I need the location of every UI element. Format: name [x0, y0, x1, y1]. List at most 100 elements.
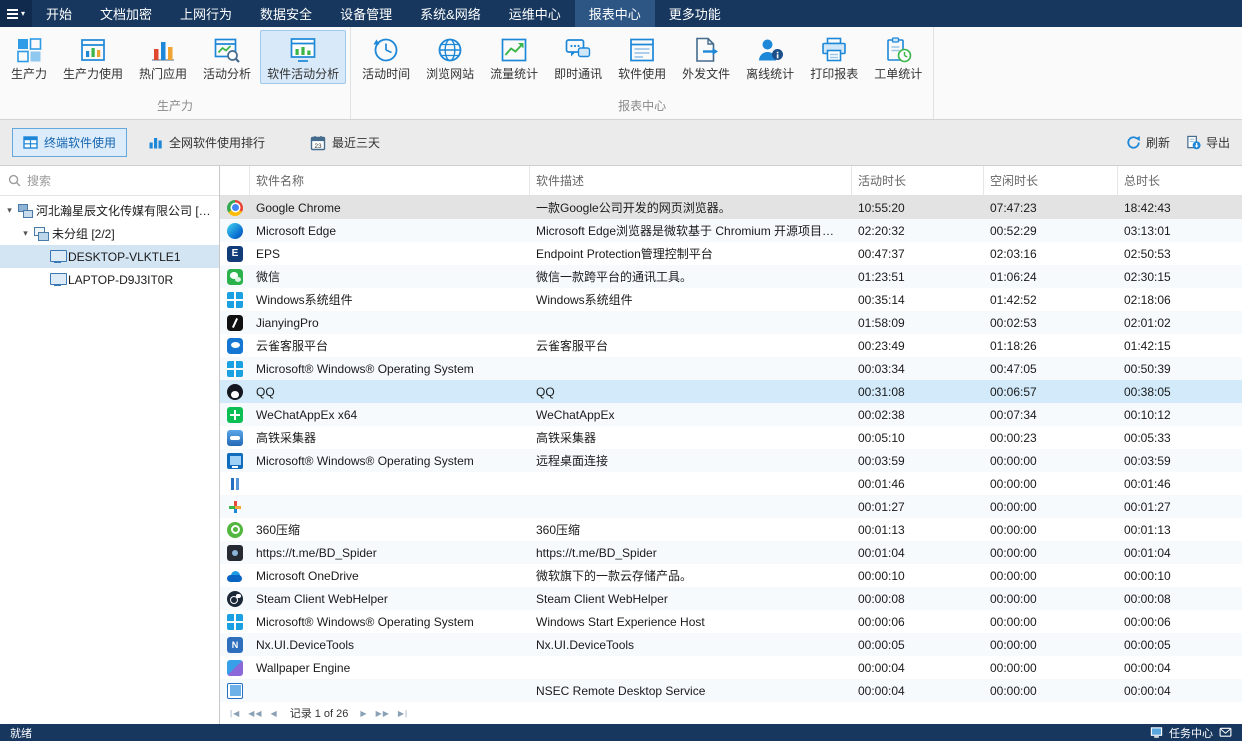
- active-duration: 00:01:04: [852, 546, 984, 560]
- menu-item[interactable]: 开始: [32, 0, 86, 27]
- refresh-button[interactable]: 刷新: [1126, 134, 1170, 151]
- column-header-desc[interactable]: 软件描述: [530, 166, 852, 195]
- task-center-label[interactable]: 任务中心: [1169, 725, 1213, 741]
- table-row[interactable]: 00:01:2700:00:0000:01:27: [220, 495, 1242, 518]
- idle-duration: 00:00:00: [984, 477, 1118, 491]
- export-label: 导出: [1206, 134, 1230, 151]
- ribbon-button[interactable]: 即时通讯: [547, 30, 609, 84]
- table-row[interactable]: NSEC Remote Desktop Service00:00:0400:00…: [220, 679, 1242, 702]
- im-icon: [564, 36, 592, 64]
- ribbon-button[interactable]: 热门应用: [132, 30, 194, 84]
- search-input[interactable]: [27, 174, 211, 188]
- ribbon-button[interactable]: 软件使用: [611, 30, 673, 84]
- date-filter-button[interactable]: 23 最近三天: [310, 134, 380, 151]
- table-row[interactable]: JianyingPro01:58:0900:02:5302:01:02: [220, 311, 1242, 334]
- traffic-stats-icon: [500, 36, 528, 64]
- tree-node[interactable]: DESKTOP-VLKTLE1: [0, 245, 219, 268]
- table-row[interactable]: 高铁采集器高铁采集器00:05:1000:00:2300:05:33: [220, 426, 1242, 449]
- next-page-button[interactable]: ▶: [360, 709, 367, 718]
- export-button[interactable]: 导出: [1186, 134, 1230, 151]
- ribbon-button-label: 离线统计: [746, 68, 794, 80]
- view-tab[interactable]: 终端软件使用: [12, 128, 127, 157]
- tree-node[interactable]: ▾河北瀚星辰文化传媒有限公司 [2/2]: [0, 199, 219, 222]
- app-menu-button[interactable]: ▾: [0, 0, 32, 27]
- tree-node[interactable]: ▾未分组 [2/2]: [0, 222, 219, 245]
- table-row[interactable]: Windows系统组件Windows系统组件00:35:1401:42:5202…: [220, 288, 1242, 311]
- menu-item[interactable]: 报表中心: [575, 0, 655, 27]
- total-duration: 02:18:06: [1118, 293, 1242, 307]
- table-row[interactable]: Nx.UI.DeviceToolsNx.UI.DeviceTools00:00:…: [220, 633, 1242, 656]
- table-row[interactable]: 微信微信一款跨平台的通讯工具。01:23:5101:06:2402:30:15: [220, 265, 1242, 288]
- table-row[interactable]: Wallpaper Engine00:00:0400:00:0000:00:04: [220, 656, 1242, 679]
- record-count-label: 记录 1 of 26: [290, 705, 349, 721]
- first-page-button[interactable]: |◀: [230, 709, 240, 718]
- table-row[interactable]: 360压缩360压缩00:01:1300:00:0000:01:13: [220, 518, 1242, 541]
- ribbon-button-label: 热门应用: [139, 68, 187, 80]
- rdp-app-icon: [227, 453, 243, 469]
- table-row[interactable]: Microsoft EdgeMicrosoft Edge浏览器是微软基于 Chr…: [220, 219, 1242, 242]
- view-tab[interactable]: 全网软件使用排行: [137, 128, 276, 157]
- ribbon-button[interactable]: 生产力: [4, 30, 54, 84]
- table-row[interactable]: Microsoft® Windows® Operating System远程桌面…: [220, 449, 1242, 472]
- ribbon-button[interactable]: 流量统计: [483, 30, 545, 84]
- outgoing-files-icon: [692, 36, 720, 64]
- status-text: 就绪: [10, 725, 32, 741]
- table-row[interactable]: Steam Client WebHelperSteam Client WebHe…: [220, 587, 1242, 610]
- ribbon-button[interactable]: 外发文件: [675, 30, 737, 84]
- table-row[interactable]: Google Chrome一款Google公司开发的网页浏览器。10:55:20…: [220, 196, 1242, 219]
- ribbon-button[interactable]: 软件活动分析: [260, 30, 346, 84]
- ribbon-button[interactable]: 离线统计: [739, 30, 801, 84]
- menu-item[interactable]: 运维中心: [495, 0, 575, 27]
- total-duration: 00:10:12: [1118, 408, 1242, 422]
- last-page-button[interactable]: ▶|: [398, 709, 408, 718]
- tree-node[interactable]: LAPTOP-D9J3IT0R: [0, 268, 219, 291]
- column-header-total[interactable]: 总时长: [1118, 166, 1242, 195]
- table-row[interactable]: 云雀客服平台云雀客服平台00:23:4901:18:2601:42:15: [220, 334, 1242, 357]
- svg-text:23: 23: [314, 142, 322, 149]
- menu-item[interactable]: 系统&网络: [406, 0, 495, 27]
- chevron-down-icon[interactable]: ▾: [20, 229, 31, 238]
- column-header-active[interactable]: 活动时长: [852, 166, 984, 195]
- table-row[interactable]: EPSEndpoint Protection管理控制平台00:47:3702:0…: [220, 242, 1242, 265]
- table-row[interactable]: Microsoft® Windows® Operating SystemWind…: [220, 610, 1242, 633]
- column-header-name[interactable]: 软件名称: [250, 166, 530, 195]
- total-duration: 00:03:59: [1118, 454, 1242, 468]
- company-icon: [18, 204, 33, 218]
- menu-item[interactable]: 文档加密: [86, 0, 166, 27]
- fast-next-button[interactable]: ▶▶: [376, 709, 390, 718]
- table-row[interactable]: 00:01:4600:00:0000:01:46: [220, 472, 1242, 495]
- wechatappex-app-icon: [227, 407, 243, 423]
- menu-item[interactable]: 更多功能: [655, 0, 735, 27]
- software-desc: Endpoint Protection管理控制平台: [530, 245, 852, 262]
- print-report-icon: [820, 36, 848, 64]
- wallpaper-app-icon: [227, 660, 243, 676]
- ribbon-button-label: 软件使用: [618, 68, 666, 80]
- ribbon-button[interactable]: 打印报表: [803, 30, 865, 84]
- ribbon-button[interactable]: 活动分析: [196, 30, 258, 84]
- menu-item[interactable]: 数据安全: [246, 0, 326, 27]
- menu-item[interactable]: 设备管理: [326, 0, 406, 27]
- table-row[interactable]: QQQQ00:31:0800:06:5700:38:05: [220, 380, 1242, 403]
- column-header-idle[interactable]: 空闲时长: [984, 166, 1118, 195]
- message-icon[interactable]: [1219, 726, 1232, 739]
- active-duration: 00:31:08: [852, 385, 984, 399]
- edge-app-icon: [227, 223, 243, 239]
- software-desc: Microsoft Edge浏览器是微软基于 Chromium 开源项目及其他开…: [530, 222, 852, 239]
- software-name: Steam Client WebHelper: [250, 592, 530, 606]
- software-name: Microsoft OneDrive: [250, 569, 530, 583]
- ribbon-button[interactable]: 浏览网站: [419, 30, 481, 84]
- onedrive-app-icon: [227, 568, 243, 584]
- table-row[interactable]: Microsoft OneDrive微软旗下的一款云存储产品。00:00:100…: [220, 564, 1242, 587]
- ribbon-button[interactable]: 活动时间: [355, 30, 417, 84]
- ribbon-button[interactable]: 工单统计: [867, 30, 929, 84]
- chevron-down-icon[interactable]: ▾: [4, 206, 15, 215]
- fast-prev-button[interactable]: ◀◀: [248, 709, 262, 718]
- ribbon-button[interactable]: 生产力使用: [56, 30, 130, 84]
- table-row[interactable]: Microsoft® Windows® Operating System00:0…: [220, 357, 1242, 380]
- prev-page-button[interactable]: ◀: [271, 709, 278, 718]
- activity-analysis-icon: [213, 36, 241, 64]
- menu-item[interactable]: 上网行为: [166, 0, 246, 27]
- table-row[interactable]: https://t.me/BD_Spiderhttps://t.me/BD_Sp…: [220, 541, 1242, 564]
- active-duration: 00:00:05: [852, 638, 984, 652]
- table-row[interactable]: WeChatAppEx x64WeChatAppEx00:02:3800:07:…: [220, 403, 1242, 426]
